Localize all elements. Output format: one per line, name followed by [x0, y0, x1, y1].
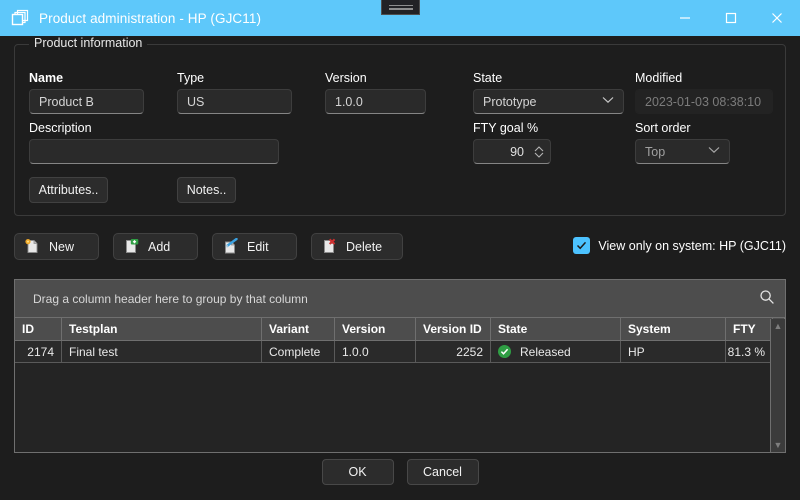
- column-header-state[interactable]: State: [491, 318, 621, 340]
- product-information-legend: Product information: [29, 36, 148, 50]
- new-button[interactable]: New: [14, 233, 99, 260]
- group-by-hint: Drag a column header here to group by th…: [33, 291, 308, 306]
- fty-goal-stepper[interactable]: 90: [473, 139, 551, 164]
- modified-value: 2023-01-03 08:38:10: [635, 89, 773, 114]
- minimize-icon[interactable]: [662, 0, 708, 36]
- version-label: Version: [325, 71, 367, 85]
- version-input[interactable]: 1.0.0: [325, 89, 426, 114]
- view-only-label: View only on system: HP (GJC11): [598, 238, 786, 253]
- notes-button[interactable]: Notes..: [177, 177, 236, 203]
- chevron-down-icon: [708, 146, 723, 157]
- fty-goal-value: 90: [510, 144, 524, 159]
- column-header-variant[interactable]: Variant: [262, 318, 335, 340]
- field-modified: Modified 2023-01-03 08:38:10: [635, 71, 785, 114]
- cell-variant: Complete: [262, 341, 335, 362]
- add-document-icon: [123, 238, 140, 255]
- delete-button[interactable]: Delete: [311, 233, 403, 260]
- attributes-button[interactable]: Attributes..: [29, 177, 108, 203]
- new-button-label: New: [49, 239, 75, 254]
- column-header-id[interactable]: ID: [15, 318, 62, 340]
- delete-document-icon: [321, 238, 338, 255]
- field-fty-goal: FTY goal % 90: [473, 121, 633, 164]
- state-select-value: Prototype: [483, 94, 537, 109]
- field-name: Name Product B: [29, 71, 157, 114]
- edit-button[interactable]: Edit: [212, 233, 297, 260]
- description-label: Description: [29, 121, 92, 135]
- stacked-windows-icon: [9, 7, 31, 29]
- type-label: Type: [177, 71, 205, 85]
- product-administration-dialog: Product administration - HP (GJC11) Prod…: [0, 0, 800, 500]
- column-header-testplan[interactable]: Testplan: [62, 318, 262, 340]
- maximize-icon[interactable]: [708, 0, 754, 36]
- new-document-icon: [24, 238, 41, 255]
- modified-label: Modified: [635, 71, 683, 85]
- cell-fty: 81.3 %: [726, 341, 773, 362]
- column-header-version-id[interactable]: Version ID: [416, 318, 491, 340]
- fty-goal-label: FTY goal %: [473, 121, 539, 135]
- cell-id: 2174: [15, 341, 62, 362]
- scroll-up-icon[interactable]: ▲: [774, 322, 783, 331]
- column-header-system[interactable]: System: [621, 318, 726, 340]
- testplan-grid: Drag a column header here to group by th…: [14, 279, 786, 453]
- view-only-checkbox[interactable]: [573, 237, 591, 254]
- window-drag-handle[interactable]: [381, 0, 420, 15]
- name-label: Name: [29, 71, 64, 85]
- edit-button-label: Edit: [247, 239, 269, 254]
- field-description: Description: [29, 121, 289, 164]
- state-select[interactable]: Prototype: [473, 89, 624, 114]
- field-version: Version 1.0.0: [325, 71, 453, 114]
- released-check-icon: [498, 345, 511, 358]
- description-input[interactable]: [29, 139, 279, 164]
- drag-handle-line: [388, 8, 413, 10]
- cancel-button[interactable]: Cancel: [406, 459, 479, 485]
- scroll-down-icon[interactable]: ▼: [774, 441, 783, 450]
- sort-order-select[interactable]: Top: [635, 139, 730, 164]
- dialog-footer: OK Cancel: [0, 459, 800, 485]
- window-title: Product administration - HP (GJC11): [39, 10, 262, 26]
- table-row[interactable]: 2174 Final test Complete 1.0.0 2252 Rele…: [15, 341, 785, 363]
- field-type: Type US: [177, 71, 305, 114]
- column-header-fty[interactable]: FTY: [726, 318, 773, 340]
- stepper-arrows[interactable]: [532, 145, 546, 159]
- column-header-version[interactable]: Version: [335, 318, 416, 340]
- grid-empty-area[interactable]: [15, 363, 785, 452]
- cell-version-id: 2252: [416, 341, 491, 362]
- state-label: State: [473, 71, 503, 85]
- drag-handle-line: [388, 4, 413, 6]
- record-toolbar: New Add Edit Delete: [14, 233, 403, 260]
- close-icon[interactable]: [754, 0, 800, 36]
- group-by-panel[interactable]: Drag a column header here to group by th…: [15, 280, 785, 318]
- name-input[interactable]: Product B: [29, 89, 144, 114]
- grid-vertical-scrollbar[interactable]: ▲ ▼: [770, 319, 785, 452]
- view-only-checkbox-row[interactable]: View only on system: HP (GJC11): [573, 237, 786, 254]
- product-information-group: Product information Name Product B Type …: [14, 36, 786, 216]
- delete-button-label: Delete: [346, 239, 383, 254]
- sort-order-value: Top: [645, 144, 666, 159]
- cell-testplan: Final test: [62, 341, 262, 362]
- cell-system: HP: [621, 341, 726, 362]
- add-button[interactable]: Add: [113, 233, 198, 260]
- ok-button[interactable]: OK: [321, 459, 394, 485]
- cell-version: 1.0.0: [335, 341, 416, 362]
- cell-state: Released: [491, 341, 621, 362]
- field-sort-order: Sort order Top: [635, 121, 795, 164]
- edit-document-icon: [222, 237, 239, 255]
- field-state: State Prototype: [473, 71, 633, 114]
- status-badge: Released: [520, 344, 571, 359]
- sort-order-label: Sort order: [635, 121, 691, 135]
- grid-header-row: ID Testplan Variant Version Version ID S…: [15, 318, 785, 341]
- add-button-label: Add: [148, 239, 171, 254]
- search-icon[interactable]: [759, 289, 775, 308]
- type-input[interactable]: US: [177, 89, 292, 114]
- chevron-down-icon: [602, 96, 617, 107]
